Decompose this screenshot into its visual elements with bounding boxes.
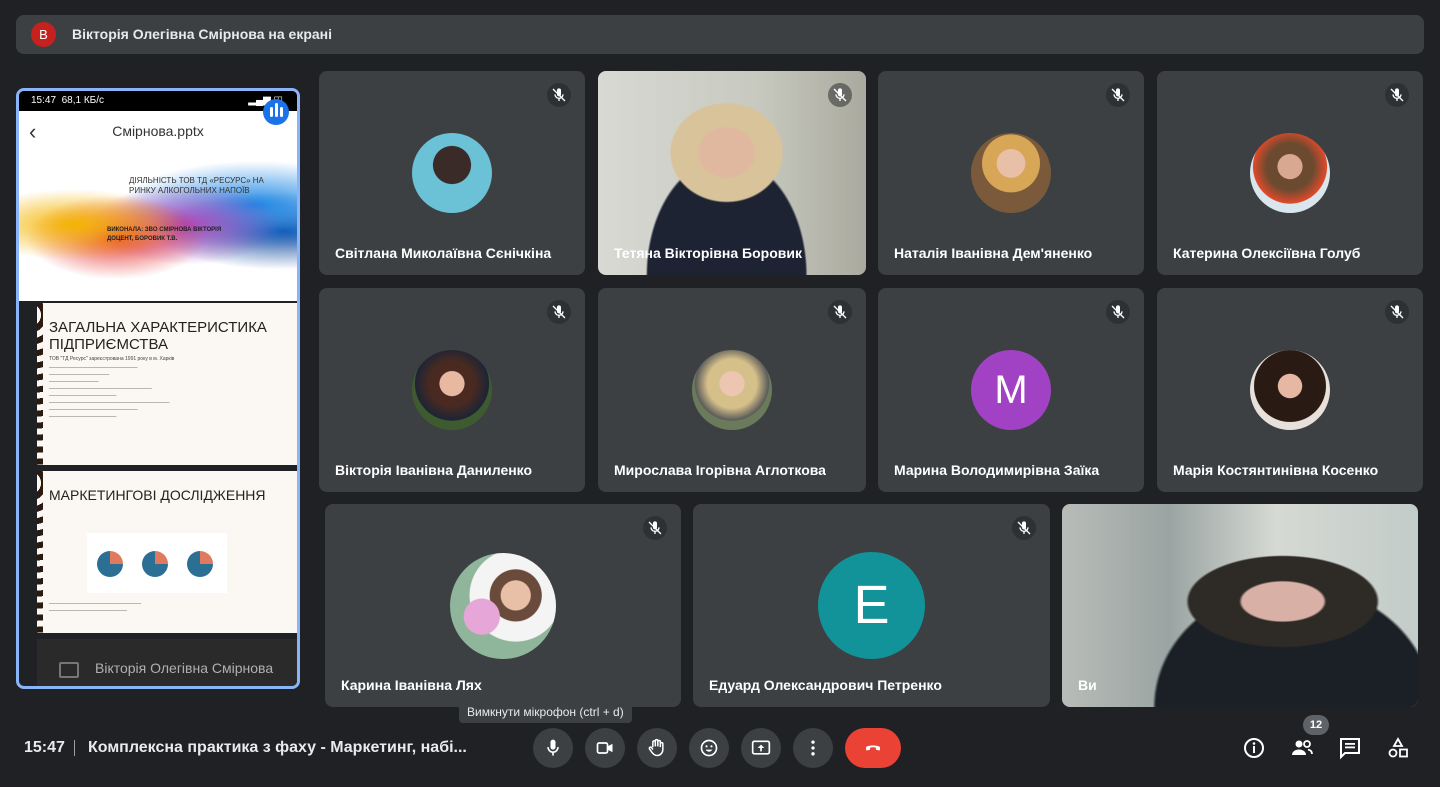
participant-tile[interactable]: Вікторія Іванівна Даниленко bbox=[319, 288, 585, 492]
participant-name: Едуард Олександрович Петренко bbox=[709, 677, 942, 693]
people-icon bbox=[1292, 740, 1313, 755]
participant-tile[interactable]: Катерина Олексіївна Голуб bbox=[1157, 71, 1423, 275]
present-screen-icon bbox=[59, 662, 79, 678]
speaking-indicator-icon bbox=[263, 99, 289, 125]
participant-avatar bbox=[1250, 350, 1330, 430]
phone-status-bar: 15:47 68,1 КБ/с ▂▄▆ ◫ bbox=[19, 91, 297, 111]
file-name: Смірнова.pptx bbox=[112, 123, 204, 139]
slide1-title: ДІЯЛЬНІСТЬ ТОВ ТД «РЕСУРС» НА РИНКУ АЛКО… bbox=[129, 176, 264, 195]
meeting-time: 15:47 bbox=[24, 739, 65, 756]
mic-off-icon bbox=[1106, 83, 1130, 107]
self-video bbox=[1062, 504, 1418, 707]
more-vert-icon bbox=[811, 740, 815, 756]
presenter-name: Вікторія Олегівна Смірнова bbox=[95, 660, 274, 676]
camera-button[interactable] bbox=[585, 728, 625, 768]
participant-tile[interactable]: Мирослава Ігорівна Аглоткова bbox=[598, 288, 866, 492]
participant-name: Наталія Іванівна Дем'яненко bbox=[894, 245, 1093, 261]
slide-3: МАРКЕТИНГОВІ ДОСЛІДЖЕННЯ ───────────────… bbox=[37, 471, 297, 633]
meeting-details-button[interactable] bbox=[1242, 736, 1266, 760]
participant-avatar bbox=[412, 133, 492, 213]
mic-off-icon bbox=[643, 516, 667, 540]
participant-tile[interactable]: Світлана Миколаївна Сєнічкіна bbox=[319, 71, 585, 275]
participant-avatar bbox=[692, 350, 772, 430]
meeting-title: Комплексна практика з фаху - Маркетинг, … bbox=[88, 739, 467, 756]
mic-off-icon bbox=[1012, 516, 1036, 540]
slide3-title: МАРКЕТИНГОВІ ДОСЛІДЖЕННЯ bbox=[49, 487, 266, 503]
self-video-tile[interactable]: Ви bbox=[1062, 504, 1418, 707]
participant-name: Марина Володимирівна Заїка bbox=[894, 462, 1100, 478]
participant-name: Вікторія Іванівна Даниленко bbox=[335, 462, 533, 478]
participant-name: Карина Іванівна Лях bbox=[341, 677, 482, 693]
divider bbox=[74, 740, 75, 756]
microphone-icon bbox=[547, 739, 559, 756]
participant-name: Тетяна Вікторівна Боровик bbox=[614, 245, 802, 261]
hand-icon bbox=[648, 738, 664, 757]
participant-name: Марія Костянтинівна Косенко bbox=[1173, 462, 1379, 478]
participant-tile[interactable]: Карина Іванівна Лях bbox=[325, 504, 681, 707]
leave-call-button[interactable] bbox=[845, 728, 901, 768]
participant-tile[interactable]: Е Едуард Олександрович Петренко bbox=[693, 504, 1050, 707]
activities-button[interactable] bbox=[1386, 736, 1410, 760]
mic-off-icon bbox=[1106, 300, 1130, 324]
mic-off-icon bbox=[828, 300, 852, 324]
slide2-title: ЗАГАЛЬНА ХАРАКТЕРИСТИКА ПІДПРИЄМСТВА bbox=[49, 319, 267, 353]
present-screen-icon bbox=[751, 740, 771, 755]
slide2-text: ТОВ "ТД Ресурс" зареєстрована 1991 року … bbox=[49, 356, 175, 362]
slide-2: ЗАГАЛЬНА ХАРАКТЕРИСТИКА ПІДПРИЄМСТВА ТОВ… bbox=[37, 303, 297, 465]
participants-count-badge: 12 bbox=[1303, 715, 1329, 735]
activities-icon bbox=[1388, 737, 1408, 758]
reactions-button[interactable] bbox=[689, 728, 729, 768]
participant-letter-avatar: Е bbox=[818, 552, 925, 659]
screen-share-tile[interactable]: 15:47 68,1 КБ/с ▂▄▆ ◫ ‹ Смірнова.pptx ДІ… bbox=[16, 88, 300, 689]
camera-icon bbox=[596, 742, 613, 754]
emoji-icon bbox=[700, 739, 718, 757]
mic-off-icon bbox=[547, 300, 571, 324]
phone-speed: 68,1 КБ/с bbox=[61, 95, 105, 106]
slide-title-area: ‹ Смірнова.pptx ДІЯЛЬНІСТЬ ТОВ ТД «РЕСУР… bbox=[19, 111, 297, 301]
mic-off-icon bbox=[547, 83, 571, 107]
slide3-text: ────────────────────────── ──────────────… bbox=[49, 601, 142, 614]
slide1-author: ВИКОНАЛА: ЗВО СМІРНОВА ВІКТОРІЯ ДОЦЕНТ, … bbox=[107, 227, 222, 242]
raise-hand-button[interactable] bbox=[637, 728, 677, 768]
people-button[interactable] bbox=[1290, 736, 1314, 760]
mic-off-icon bbox=[1385, 83, 1409, 107]
participant-name: Мирослава Ігорівна Аглоткова bbox=[614, 462, 826, 478]
participant-tile[interactable]: Наталія Іванівна Дем'яненко bbox=[878, 71, 1144, 275]
microphone-button[interactable] bbox=[533, 728, 573, 768]
mic-off-icon bbox=[828, 83, 852, 107]
participant-avatar bbox=[1250, 133, 1330, 213]
chat-button[interactable] bbox=[1338, 736, 1362, 760]
end-call-icon bbox=[866, 745, 880, 751]
participant-letter-avatar: М bbox=[971, 350, 1051, 430]
participant-name: Світлана Миколаївна Сєнічкіна bbox=[335, 245, 552, 261]
chat-icon bbox=[1340, 738, 1360, 760]
phone-time: 15:47 bbox=[31, 95, 57, 106]
participant-tile[interactable]: Марія Костянтинівна Косенко bbox=[1157, 288, 1423, 492]
banner-title: Вікторія Олегівна Смірнова на екрані bbox=[72, 26, 333, 42]
presenting-banner: В Вікторія Олегівна Смірнова на екрані bbox=[16, 15, 1424, 54]
presenter-avatar: В bbox=[31, 22, 56, 47]
participant-tile[interactable]: Тетяна Вікторівна Боровик bbox=[598, 71, 866, 275]
participant-avatar bbox=[450, 553, 556, 659]
mic-off-icon bbox=[1385, 300, 1409, 324]
present-button[interactable] bbox=[741, 728, 781, 768]
slide2-lines: ───────────────────────── ───────────────… bbox=[49, 365, 170, 420]
more-options-button[interactable] bbox=[793, 728, 833, 768]
info-icon bbox=[1244, 738, 1264, 758]
participant-name: Катерина Олексіївна Голуб bbox=[1173, 245, 1361, 261]
self-name: Ви bbox=[1078, 677, 1097, 693]
participant-tile[interactable]: М Марина Володимирівна Заїка bbox=[878, 288, 1144, 492]
slide3-chart bbox=[87, 533, 227, 593]
participant-avatar bbox=[412, 350, 492, 430]
slide-splash-image bbox=[19, 153, 297, 283]
mic-tooltip: Вимкнути мікрофон (ctrl + d) bbox=[459, 701, 632, 723]
participant-avatar bbox=[971, 133, 1051, 213]
